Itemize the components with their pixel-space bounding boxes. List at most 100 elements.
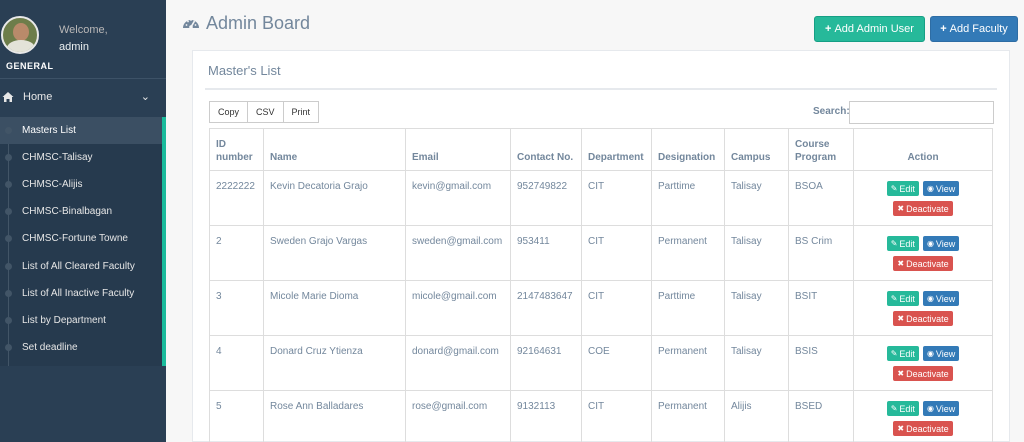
cell-designation: Parttime [651,280,725,336]
cell-designation: Permanent [651,335,725,391]
masters-list-panel: Master's List Copy CSV Print Search: ID … [192,50,1010,442]
home-icon [2,92,14,102]
column-header-course[interactable]: Course Program [788,128,854,171]
view-button[interactable]: ◉ View [922,401,960,416]
eye-icon: ◉ [926,349,934,358]
table-row: 4 Donard Cruz Ytienza donard@gmail.com 9… [209,335,993,391]
close-icon: ✖ [897,204,905,213]
edit-button[interactable]: ✎ Edit [886,181,919,196]
sidebar-item-chmsc-alijis[interactable]: CHMSC-Alijis [0,171,162,198]
add-admin-user-label: Add Admin User [834,23,914,35]
copy-button[interactable]: Copy [209,101,249,123]
cell-id: 2222222 [209,170,264,226]
table-row: 5 Rose Ann Balladares rose@gmail.com 913… [209,390,993,442]
close-icon: ✖ [897,424,905,433]
deactivate-button[interactable]: ✖ Deactivate [893,256,953,271]
deactivate-label: Deactivate [906,423,949,434]
view-button[interactable]: ◉ View [922,291,960,306]
sidebar-item-label: Set deadline [22,341,78,353]
column-header-campus[interactable]: Campus [724,128,789,171]
print-button[interactable]: Print [283,101,320,123]
avatar [1,16,39,54]
deactivate-button[interactable]: ✖ Deactivate [893,311,953,326]
sidebar-item-label: List by Department [22,314,106,326]
sidebar-divider [0,78,166,79]
sidebar-item-by-department[interactable]: List by Department [0,307,162,334]
cell-campus: Alijis [724,390,789,442]
sidebar-item-cleared-faculty[interactable]: List of All Cleared Faculty [0,252,162,279]
deactivate-button[interactable]: ✖ Deactivate [893,201,953,216]
cell-course: BSIT [788,280,854,336]
cell-contact: 92164631 [510,335,582,391]
view-button[interactable]: ◉ View [922,346,960,361]
edit-button[interactable]: ✎ Edit [886,236,919,251]
view-label: View [935,348,956,359]
edit-label: Edit [899,183,915,194]
cell-designation: Permanent [651,225,725,281]
cell-campus: Talisay [724,280,789,336]
column-header-contact[interactable]: Contact No. [510,128,582,171]
close-icon: ✖ [897,259,905,268]
cell-id: 3 [209,280,264,336]
cell-name: Rose Ann Balladares [263,390,406,442]
deactivate-label: Deactivate [906,258,949,269]
cell-course: BS Crim [788,225,854,281]
close-icon: ✖ [897,369,905,378]
sidebar-item-label: CHMSC-Fortune Towne [22,233,128,245]
panel-divider [205,88,997,90]
view-label: View [935,183,956,194]
edit-button[interactable]: ✎ Edit [886,291,919,306]
cell-designation: Parttime [651,170,725,226]
export-button-group: Copy CSV Print [209,101,320,123]
edit-label: Edit [899,403,915,414]
deactivate-button[interactable]: ✖ Deactivate [893,421,953,436]
cell-id: 4 [209,335,264,391]
view-button[interactable]: ◉ View [922,236,960,251]
edit-label: Edit [899,293,915,304]
pencil-icon: ✎ [890,294,898,303]
sidebar-item-label: List of All Inactive Faculty [22,287,135,299]
sidebar-item-set-deadline[interactable]: Set deadline [0,334,162,361]
cell-name: Micole Marie Dioma [263,280,406,336]
eye-icon: ◉ [926,184,934,193]
edit-button[interactable]: ✎ Edit [886,346,919,361]
sidebar-item-masters-list[interactable]: Masters List [0,117,162,145]
edit-button[interactable]: ✎ Edit [886,401,919,416]
view-button[interactable]: ◉ View [922,181,960,196]
sidebar-item-chmsc-fortune-towne[interactable]: CHMSC-Fortune Towne [0,225,162,252]
sidebar-item-label: List of All Cleared Faculty [22,260,135,272]
cell-email: kevin@gmail.com [405,170,511,226]
sidebar-item-label: Home [23,91,53,103]
column-header-department[interactable]: Department [581,128,652,171]
section-heading: GENERAL [6,61,54,71]
deactivate-button[interactable]: ✖ Deactivate [893,366,953,381]
cell-action: ✎ Edit ◉ View ✖ Deactivate [853,170,993,226]
sidebar-item-home[interactable]: Home ⌄ [0,83,166,111]
masters-table: ID number Name Email Contact No. Departm… [209,128,993,442]
column-header-email[interactable]: Email [405,128,511,171]
pencil-icon: ✎ [890,349,898,358]
sidebar-item-chmsc-binalbagan[interactable]: CHMSC-Binalbagan [0,198,162,225]
search-label: Search: [813,106,850,117]
cell-designation: Permanent [651,390,725,442]
column-header-name[interactable]: Name [263,128,406,171]
page-title-text: Admin Board [206,13,311,33]
plus-icon: + [940,23,947,35]
table-row: 2 Sweden Grajo Vargas sweden@gmail.com 9… [209,225,993,281]
search-input[interactable] [849,101,994,124]
sidebar-item-chmsc-talisay[interactable]: CHMSC-Talisay [0,144,162,171]
csv-button[interactable]: CSV [248,101,284,123]
column-header-designation[interactable]: Designation [651,128,725,171]
column-header-id[interactable]: ID number [209,128,264,171]
eye-icon: ◉ [926,294,934,303]
add-faculty-button[interactable]: + Add Faculty [930,16,1018,42]
welcome-text: Welcome, [59,24,108,36]
sidebar-item-inactive-faculty[interactable]: List of All Inactive Faculty [0,280,162,307]
cell-contact: 953411 [510,225,582,281]
profile: Welcome, admin GENERAL [0,0,166,78]
page-title: Admin Board [182,13,310,34]
deactivate-label: Deactivate [906,203,949,214]
sidebar-item-label: Masters List [22,125,76,137]
cell-email: sweden@gmail.com [405,225,511,281]
add-admin-user-button[interactable]: + Add Admin User [814,16,925,42]
